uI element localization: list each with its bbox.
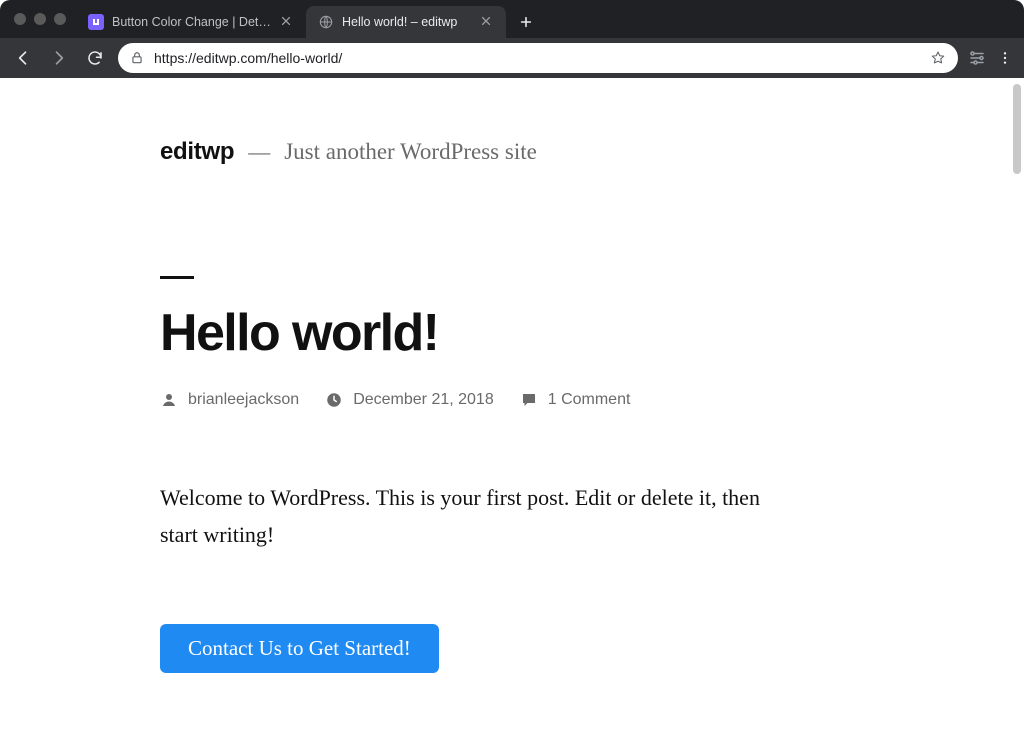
post-title: Hello world!	[160, 303, 840, 363]
scrollbar-thumb[interactable]	[1013, 84, 1021, 174]
comments-link[interactable]: 1 Comment	[548, 391, 631, 409]
person-icon	[160, 391, 178, 409]
tabs: Button Color Change | Details Hello worl…	[76, 0, 1016, 38]
favicon-icon	[88, 14, 104, 30]
forward-button[interactable]	[46, 45, 72, 71]
window-minimize-dot[interactable]	[34, 13, 46, 25]
page-scroll[interactable]: editwp — Just another WordPress site Hel…	[0, 78, 1024, 730]
site-tagline: Just another WordPress site	[284, 139, 537, 165]
tab-inactive[interactable]: Button Color Change | Details	[76, 6, 306, 38]
entry-divider	[160, 276, 194, 279]
address-bar[interactable]	[118, 43, 958, 73]
tab-strip: Button Color Change | Details Hello worl…	[0, 0, 1024, 38]
date-link[interactable]: December 21, 2018	[353, 391, 494, 409]
kebab-menu-icon[interactable]	[996, 49, 1014, 67]
site-header: editwp — Just another WordPress site	[160, 138, 840, 166]
page-content: editwp — Just another WordPress site Hel…	[0, 78, 1024, 730]
back-button[interactable]	[10, 45, 36, 71]
contact-cta-button[interactable]: Contact Us to Get Started!	[160, 624, 439, 673]
meta-comments: 1 Comment	[520, 391, 631, 409]
url-input[interactable]	[154, 50, 920, 66]
meta-author: brianleejackson	[160, 391, 299, 409]
window-controls	[8, 0, 76, 38]
close-icon[interactable]	[280, 15, 294, 29]
viewport: editwp — Just another WordPress site Hel…	[0, 78, 1024, 730]
separator: —	[248, 139, 270, 165]
bookmark-star-icon[interactable]	[930, 50, 946, 66]
new-tab-button[interactable]	[512, 8, 540, 36]
globe-icon	[318, 14, 334, 30]
post-body: Welcome to WordPress. This is your first…	[160, 479, 800, 554]
clock-icon	[325, 391, 343, 409]
toolbar	[0, 38, 1024, 78]
lock-icon	[130, 51, 144, 65]
reload-button[interactable]	[82, 45, 108, 71]
window-zoom-dot[interactable]	[54, 13, 66, 25]
comment-icon	[520, 391, 538, 409]
tab-title: Hello world! – editwp	[342, 15, 472, 29]
tab-title: Button Color Change | Details	[112, 15, 272, 29]
browser-window: Button Color Change | Details Hello worl…	[0, 0, 1024, 730]
extension-icon[interactable]	[968, 49, 986, 67]
meta-date: December 21, 2018	[325, 391, 494, 409]
site-title-link[interactable]: editwp	[160, 138, 234, 166]
window-close-dot[interactable]	[14, 13, 26, 25]
author-link[interactable]: brianleejackson	[188, 391, 299, 409]
tab-active[interactable]: Hello world! – editwp	[306, 6, 506, 38]
close-icon[interactable]	[480, 15, 494, 29]
post-meta: brianleejackson December 21, 2018	[160, 391, 840, 409]
